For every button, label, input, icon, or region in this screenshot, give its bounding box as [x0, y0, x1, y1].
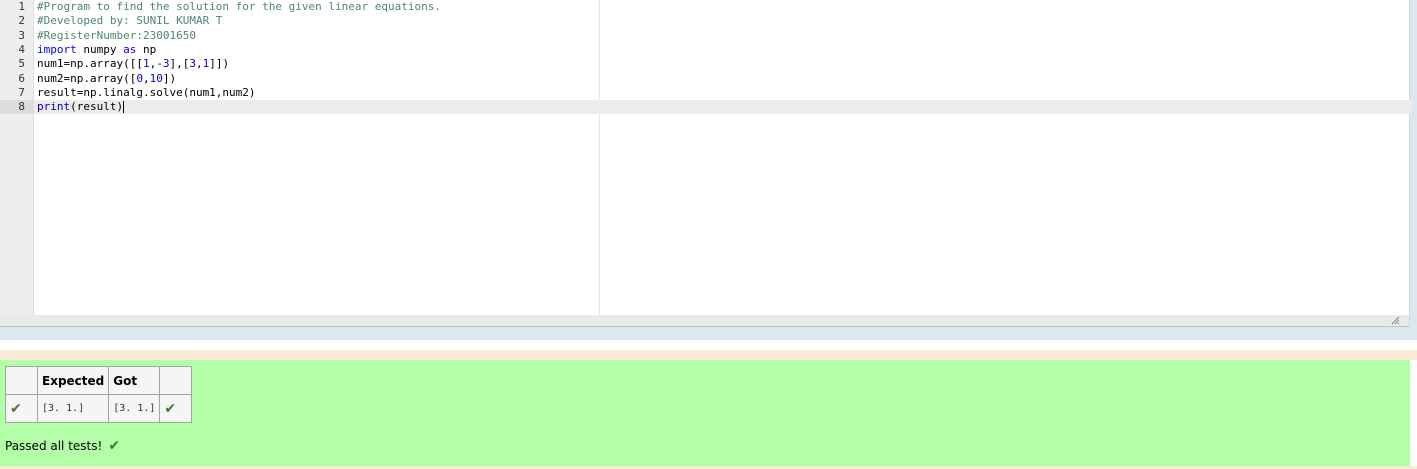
code-token: ]): [162, 71, 177, 85]
checkmark-icon: ✔: [10, 400, 22, 417]
code-line[interactable]: print(result): [34, 100, 1412, 115]
code-token: ,-: [149, 57, 163, 71]
resize-grip-icon[interactable]: [1391, 316, 1400, 325]
results-separator: [0, 350, 1417, 360]
header-expected: Expected: [36, 366, 110, 395]
text-cursor: [123, 101, 125, 114]
code-token: (result): [70, 100, 124, 114]
code-token: 3: [189, 57, 196, 71]
expected-cell: [3. 1.]: [36, 394, 110, 423]
code-text-area[interactable]: #Program to find the solution for the gi…: [34, 0, 1412, 315]
code-token: ],[: [169, 57, 190, 71]
table-row: ✔ [3. 1.] [3. 1.] ✔: [5, 394, 193, 423]
code-token: print: [37, 100, 71, 114]
code-token: ,: [142, 71, 150, 85]
header-status-column: [159, 366, 193, 395]
code-token: num2=np.array([: [37, 71, 137, 85]
line-number: 2: [18, 14, 25, 28]
horizontal-scrollbar[interactable]: [0, 315, 1409, 326]
got-cell: [3. 1.]: [108, 394, 161, 423]
code-token: 10: [149, 71, 163, 85]
code-editor[interactable]: 12345678 #Program to find the solution f…: [0, 0, 1412, 327]
line-number: 3: [18, 28, 25, 42]
code-token: num1=np.array([[: [37, 57, 143, 71]
line-number: 5: [18, 57, 25, 71]
code-token: 0: [136, 71, 143, 85]
checkmark-icon: ✔: [164, 400, 177, 417]
code-token: #Program to find the solution for the gi…: [37, 0, 441, 13]
code-line[interactable]: #Developed by: SUNIL KUMAR T: [34, 14, 1412, 28]
header-pass-column: [5, 366, 38, 395]
status-cell: ✔: [159, 394, 193, 423]
summary-text: Passed all tests!: [5, 439, 103, 453]
code-line[interactable]: result=np.linalg.solve(num1,num2): [34, 86, 1412, 100]
code-token: numpy: [76, 42, 124, 56]
code-token: as: [123, 42, 137, 56]
line-number: 6: [18, 71, 25, 85]
code-token: import: [37, 42, 77, 56]
code-token: result=np.linalg.solve(num1,num2): [37, 85, 256, 99]
line-number: 4: [18, 42, 25, 56]
code-line[interactable]: import numpy as np: [34, 43, 1412, 57]
code-token: #RegisterNumber:23001650: [37, 28, 196, 42]
code-token: ,: [195, 57, 203, 71]
test-summary: Passed all tests! ✔: [5, 438, 120, 454]
code-token: 1: [142, 57, 150, 71]
table-header-row: Expected Got: [5, 366, 193, 395]
header-got: Got: [108, 366, 161, 395]
code-line[interactable]: #Program to find the solution for the gi…: [34, 0, 1412, 14]
code-token: #Developed by: SUNIL KUMAR T: [37, 14, 223, 28]
line-number: 1: [18, 0, 25, 13]
line-number-gutter: 12345678: [0, 0, 34, 315]
code-token: ]]): [209, 57, 230, 71]
test-results-table: Expected Got ✔ [3. 1.] [3. 1.] ✔: [5, 366, 193, 423]
line-number: 7: [18, 85, 25, 99]
code-token: np: [136, 42, 157, 56]
code-line[interactable]: num1=np.array([[1,-3],[3,1]]): [34, 57, 1412, 71]
pass-cell: ✔: [5, 394, 38, 423]
checkmark-icon: ✔: [108, 438, 121, 454]
code-line[interactable]: num2=np.array([0,10]): [34, 72, 1412, 86]
code-editor-panel: 12345678 #Program to find the solution f…: [0, 0, 1417, 340]
code-line[interactable]: #RegisterNumber:23001650: [34, 29, 1412, 43]
line-number: 8: [0, 100, 33, 115]
test-results-panel: Expected Got ✔ [3. 1.] [3. 1.] ✔ Passed …: [0, 360, 1410, 466]
